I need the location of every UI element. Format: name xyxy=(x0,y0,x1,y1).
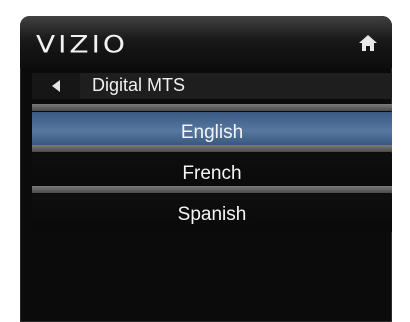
menu-nav-bar: Digital MTS xyxy=(32,73,392,99)
tv-menu-panel: VIZIO Digital MTS English French Spanish xyxy=(20,16,392,322)
menu-item-label: English xyxy=(180,122,244,143)
back-arrow-icon xyxy=(52,80,60,92)
separator xyxy=(32,145,392,152)
menu-item-label: French xyxy=(182,163,242,184)
menu-title: Digital MTS xyxy=(92,75,186,95)
home-icon[interactable] xyxy=(358,34,378,52)
menu-header: VIZIO xyxy=(20,16,392,68)
separator xyxy=(32,186,392,193)
separator xyxy=(32,104,392,111)
vizio-logo: VIZIO xyxy=(36,30,128,59)
back-button[interactable] xyxy=(32,73,80,99)
menu-item-label: Spanish xyxy=(177,204,247,225)
menu-item-spanish[interactable]: Spanish xyxy=(32,194,392,232)
